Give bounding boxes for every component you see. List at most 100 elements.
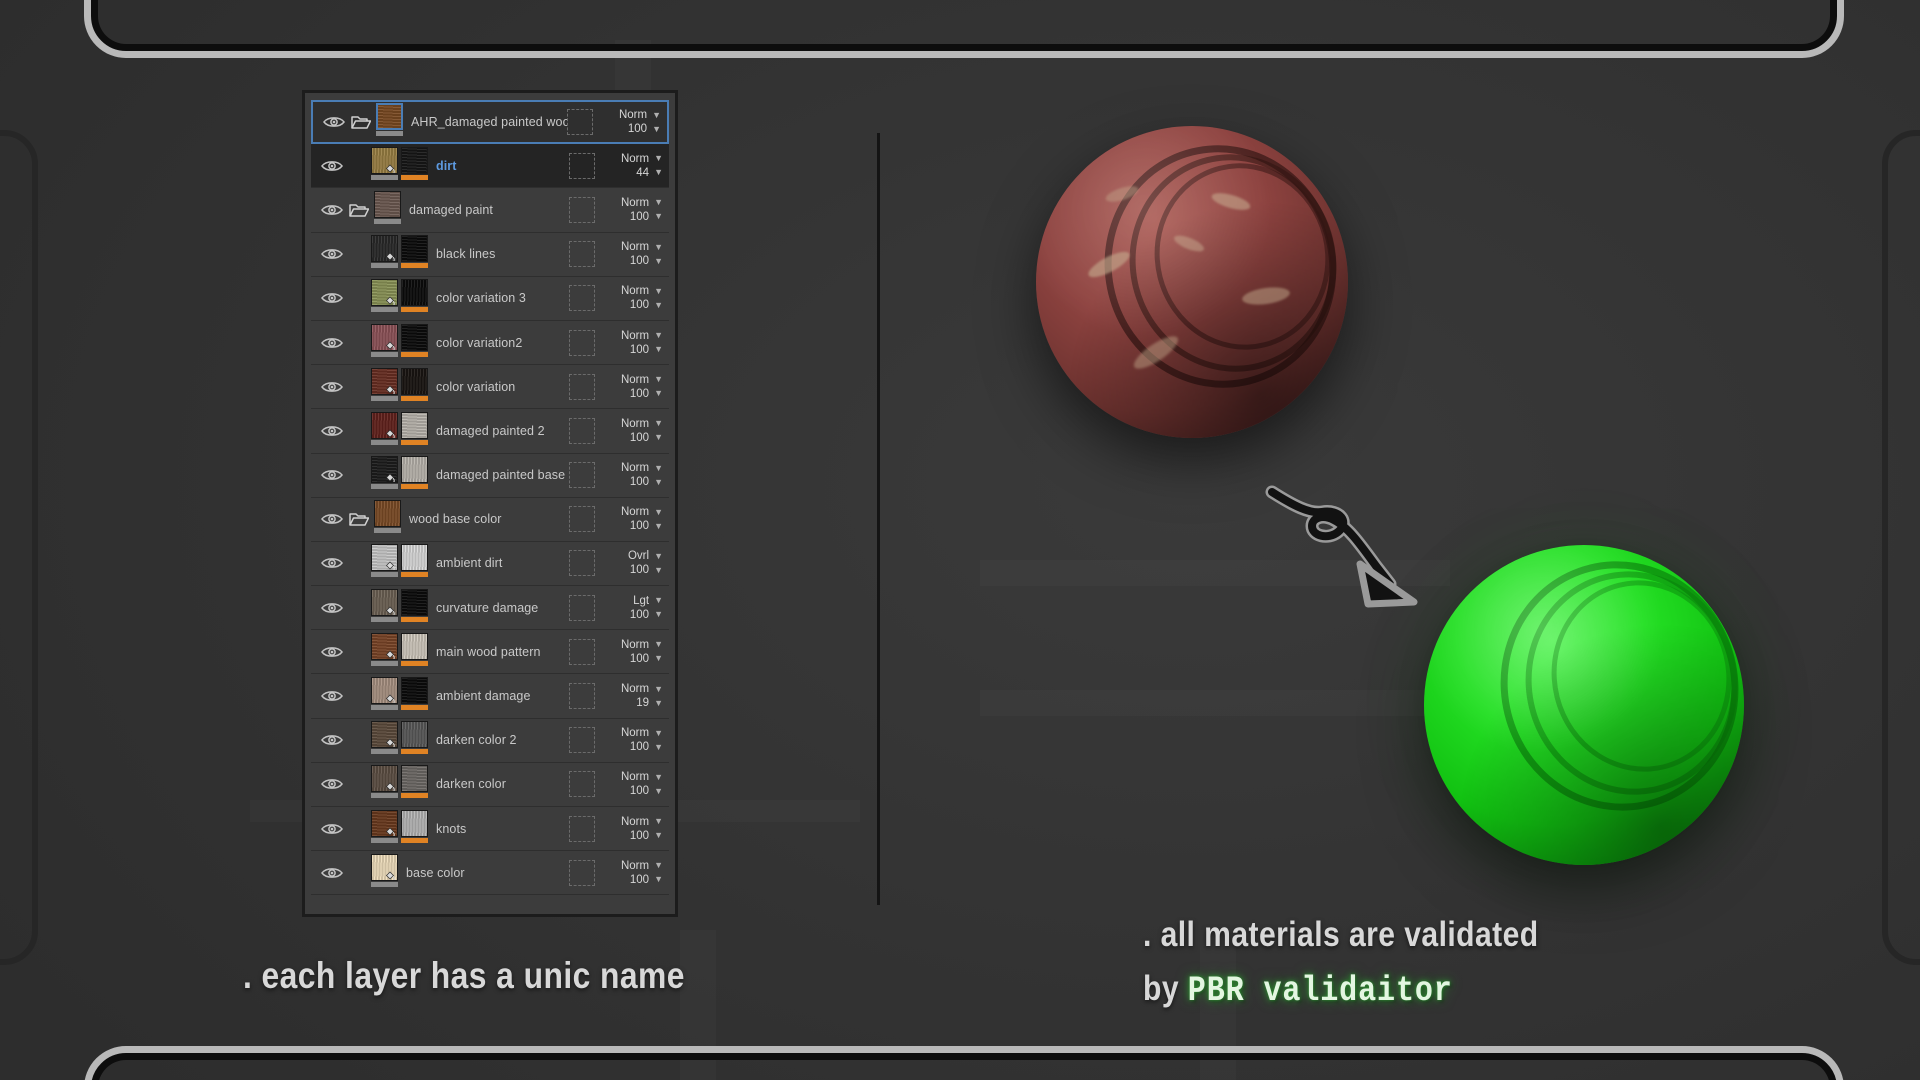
opacity-dropdown[interactable]: 100 ▼ <box>630 785 663 797</box>
opacity-dropdown[interactable]: 100 ▼ <box>630 211 663 223</box>
layer-name[interactable]: wood base color <box>406 512 569 526</box>
eye-icon[interactable] <box>319 374 345 400</box>
opacity-dropdown[interactable]: 100 ▼ <box>630 830 663 842</box>
layer-name[interactable]: AHR_damaged painted wood_26 <box>408 115 567 129</box>
layer-thumbnails[interactable] <box>371 630 428 674</box>
layer-thumbnails[interactable] <box>374 188 401 232</box>
blend-mode-dropdown[interactable]: Norm ▼ <box>621 462 663 474</box>
layer-name[interactable]: base color <box>403 866 569 880</box>
blend-mode-dropdown[interactable]: Norm ▼ <box>621 374 663 386</box>
layer-thumbnails[interactable] <box>371 321 428 365</box>
opacity-dropdown[interactable]: 44 ▼ <box>636 167 663 179</box>
blend-mode-dropdown[interactable]: Norm ▼ <box>621 506 663 518</box>
layer-row[interactable]: main wood pattern Norm ▼ 100 ▼ <box>311 630 669 675</box>
folder-icon[interactable] <box>347 198 371 222</box>
layer-row[interactable]: damaged painted base color Norm ▼ 100 ▼ <box>311 453 669 498</box>
layer-content-thumbnail[interactable] <box>371 411 398 439</box>
blend-mode-dropdown[interactable]: Norm ▼ <box>621 727 663 739</box>
add-mask-slot[interactable] <box>569 241 595 268</box>
layer-row[interactable]: dirt Norm ▼ 44 ▼ <box>311 144 669 189</box>
eye-icon[interactable] <box>319 153 345 179</box>
eye-icon[interactable] <box>319 771 345 797</box>
eye-icon[interactable] <box>319 418 345 444</box>
layer-row[interactable]: curvature damage Lgt ▼ 100 ▼ <box>311 586 669 631</box>
layer-content-thumbnail[interactable] <box>374 190 401 218</box>
blend-mode-dropdown[interactable]: Lgt ▼ <box>633 595 663 607</box>
blend-mode-dropdown[interactable]: Norm ▼ <box>621 771 663 783</box>
layer-thumbnails[interactable] <box>371 409 428 453</box>
layer-mask-thumbnail[interactable] <box>401 677 428 705</box>
layer-content-thumbnail[interactable] <box>371 544 398 572</box>
eye-icon[interactable] <box>319 462 345 488</box>
blend-mode-dropdown[interactable]: Norm ▼ <box>621 241 663 253</box>
layer-content-thumbnail[interactable] <box>371 279 398 307</box>
opacity-dropdown[interactable]: 100 ▼ <box>630 520 663 532</box>
add-mask-slot[interactable] <box>569 859 595 886</box>
layer-name[interactable]: ambient damage <box>433 689 569 703</box>
layer-mask-thumbnail[interactable] <box>401 721 428 749</box>
layer-row[interactable]: ambient damage Norm ▼ 19 ▼ <box>311 674 669 719</box>
layer-row[interactable]: ambient dirt Ovrl ▼ 100 ▼ <box>311 541 669 587</box>
layer-mask-thumbnail[interactable] <box>401 411 428 439</box>
layer-row[interactable]: darken color 2 Norm ▼ 100 ▼ <box>311 718 669 763</box>
layer-content-thumbnail[interactable] <box>371 765 398 793</box>
add-mask-slot[interactable] <box>567 109 593 136</box>
layer-name[interactable]: darken color <box>433 777 569 791</box>
layer-thumbnails[interactable] <box>371 586 428 630</box>
eye-icon[interactable] <box>319 816 345 842</box>
eye-icon[interactable] <box>319 330 345 356</box>
layer-content-thumbnail[interactable] <box>371 367 398 395</box>
blend-mode-dropdown[interactable]: Norm ▼ <box>621 816 663 828</box>
layer-row[interactable]: color variation Norm ▼ 100 ▼ <box>311 365 669 410</box>
layer-name[interactable]: color variation <box>433 380 569 394</box>
layer-mask-thumbnail[interactable] <box>401 588 428 616</box>
layer-name[interactable]: curvature damage <box>433 601 569 615</box>
layer-mask-thumbnail[interactable] <box>401 765 428 793</box>
blend-mode-dropdown[interactable]: Norm ▼ <box>621 197 663 209</box>
layer-mask-thumbnail[interactable] <box>401 544 428 572</box>
eye-icon[interactable] <box>319 595 345 621</box>
add-mask-slot[interactable] <box>569 152 595 179</box>
layer-mask-thumbnail[interactable] <box>401 632 428 660</box>
layer-name[interactable]: ambient dirt <box>433 556 569 570</box>
layer-content-thumbnail[interactable] <box>371 632 398 660</box>
layer-row[interactable]: wood base color Norm ▼ 100 ▼ <box>311 497 669 542</box>
opacity-dropdown[interactable]: 100 ▼ <box>628 123 661 135</box>
opacity-dropdown[interactable]: 100 ▼ <box>630 255 663 267</box>
layer-thumbnails[interactable] <box>371 807 428 851</box>
blend-mode-dropdown[interactable]: Norm ▼ <box>621 639 663 651</box>
eye-icon[interactable] <box>319 197 345 223</box>
blend-mode-dropdown[interactable]: Norm ▼ <box>621 683 663 695</box>
add-mask-slot[interactable] <box>569 815 595 842</box>
eye-icon[interactable] <box>319 506 345 532</box>
add-mask-slot[interactable] <box>569 550 595 577</box>
layer-name[interactable]: black lines <box>433 247 569 261</box>
opacity-dropdown[interactable]: 100 ▼ <box>630 653 663 665</box>
layers-list[interactable]: AHR_damaged painted wood_26 Norm▼ 100▼ dirt… <box>311 100 669 907</box>
layer-thumbnails[interactable] <box>376 100 403 144</box>
opacity-dropdown[interactable]: 100 ▼ <box>630 741 663 753</box>
layer-row[interactable]: color variation2 Norm ▼ 100 ▼ <box>311 320 669 366</box>
eye-icon[interactable] <box>319 860 345 886</box>
blend-mode-dropdown[interactable]: Ovrl ▼ <box>628 550 663 562</box>
layer-content-thumbnail[interactable] <box>371 146 398 174</box>
eye-icon[interactable] <box>319 727 345 753</box>
add-mask-slot[interactable] <box>569 373 595 400</box>
layer-name[interactable]: damaged painted 2 <box>433 424 569 438</box>
layer-mask-thumbnail[interactable] <box>401 456 428 484</box>
opacity-dropdown[interactable]: 100 ▼ <box>630 344 663 356</box>
layer-thumbnails[interactable] <box>371 144 428 188</box>
layer-name[interactable]: knots <box>433 822 569 836</box>
add-mask-slot[interactable] <box>569 285 595 312</box>
layer-name[interactable]: main wood pattern <box>433 645 569 659</box>
blend-mode-dropdown[interactable]: Norm ▼ <box>621 860 663 872</box>
layer-name[interactable]: damaged painted base color <box>433 468 569 482</box>
blend-mode-dropdown[interactable]: Norm ▼ <box>621 418 663 430</box>
folder-icon[interactable] <box>347 507 371 531</box>
folder-icon[interactable] <box>349 110 373 134</box>
layer-name[interactable]: color variation 3 <box>433 291 569 305</box>
layer-name[interactable]: darken color 2 <box>433 733 569 747</box>
layer-content-thumbnail[interactable] <box>376 103 403 131</box>
add-mask-slot[interactable] <box>569 196 595 223</box>
layer-mask-thumbnail[interactable] <box>401 367 428 395</box>
